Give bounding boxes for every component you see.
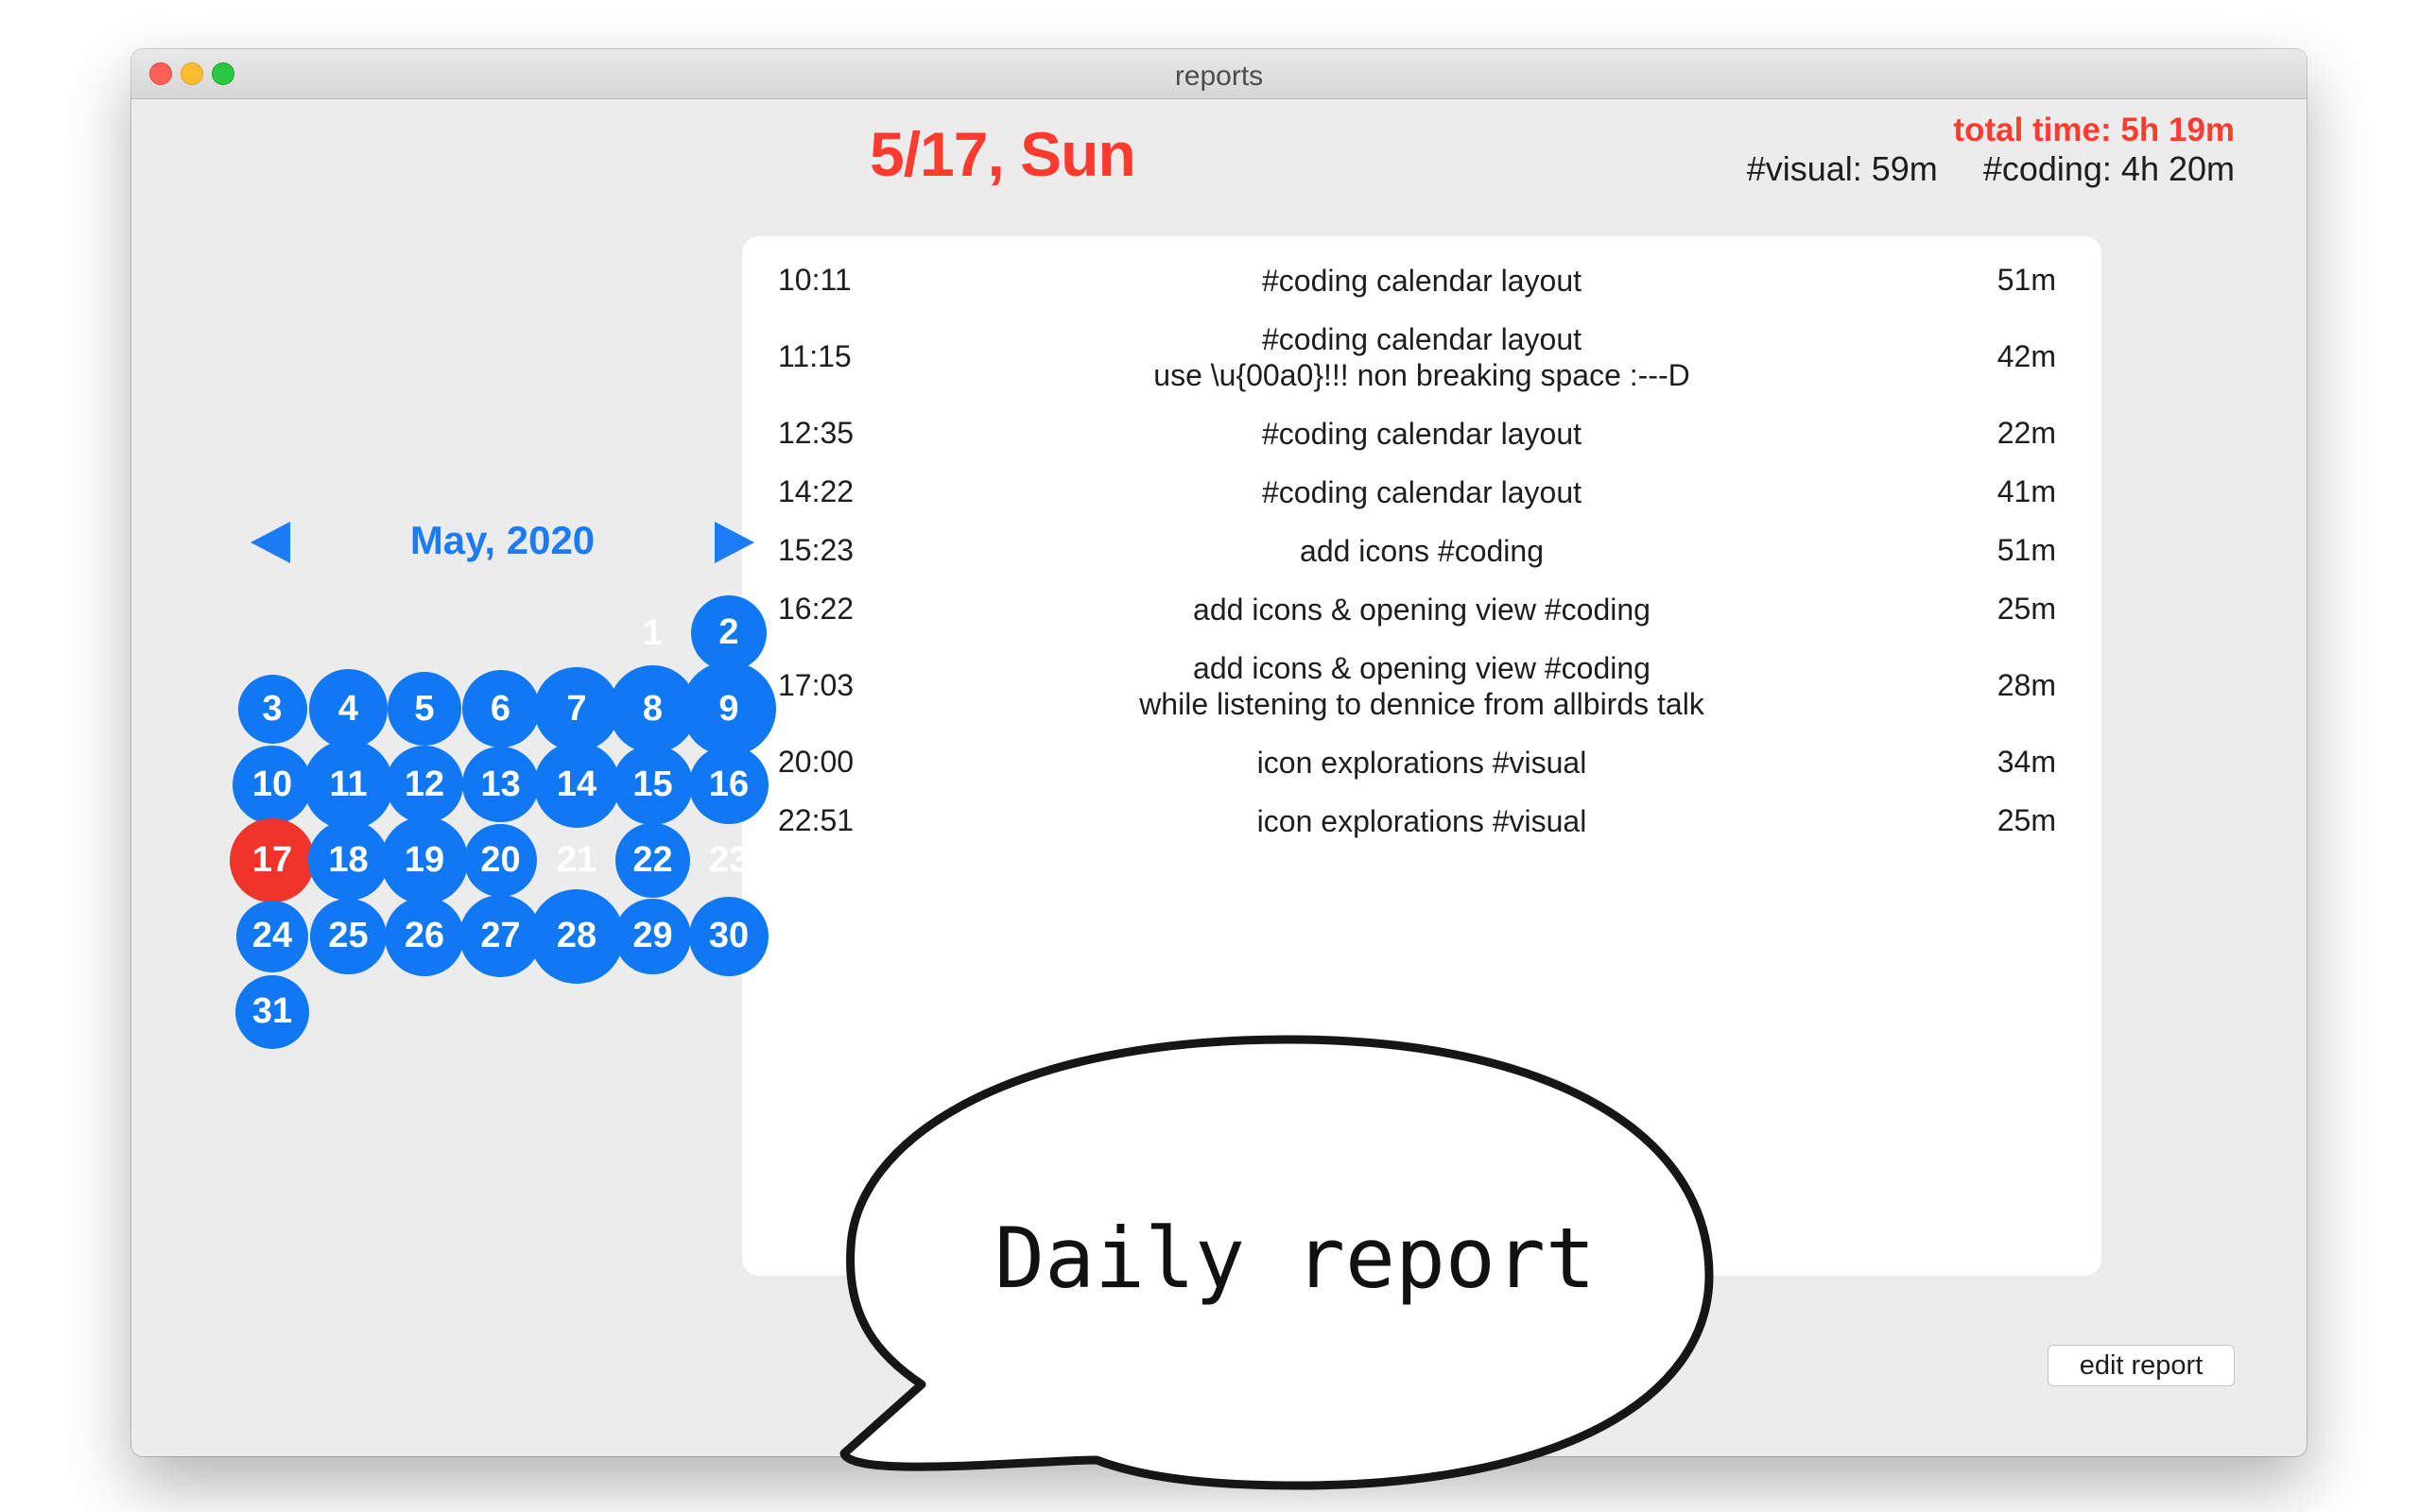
callout-text: Daily report bbox=[994, 1210, 1596, 1307]
